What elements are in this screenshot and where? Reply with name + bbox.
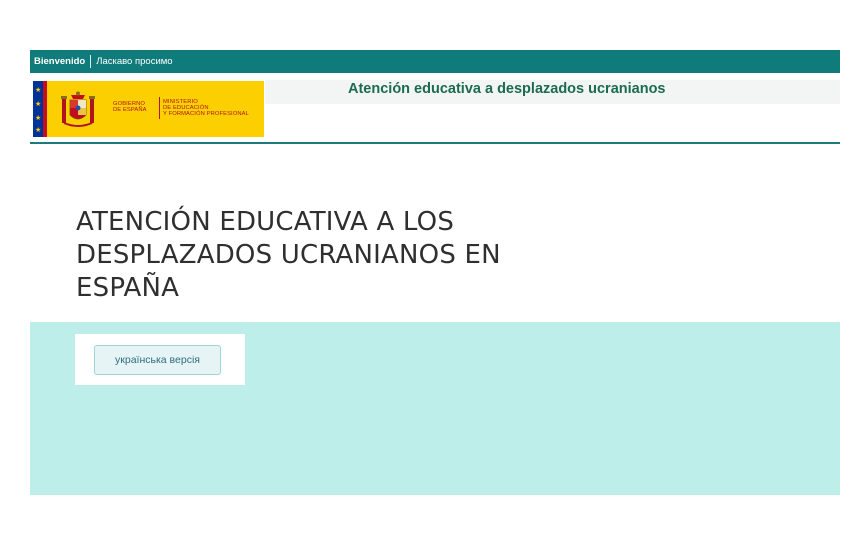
language-separator: [90, 55, 92, 68]
language-spanish-link[interactable]: Bienvenido: [34, 56, 85, 67]
logo-divider: [159, 97, 160, 119]
page-heading: ATENCIÓN EDUCATIVA A LOS DESPLAZADOS UCR…: [76, 206, 616, 305]
logo-red-stripe: [43, 81, 47, 137]
language-bar: Bienvenido Ласкаво просимо: [30, 50, 840, 73]
page: Bienvenido Ласкаво просимо Atención educ…: [0, 0, 864, 541]
page-heading-line2: DESPLAZADOS UCRANIANOS EN: [76, 240, 501, 270]
logo-ministerio-text: MINISTERIO DE EDUCACIÓN Y FORMACIÓN PROF…: [163, 99, 249, 118]
government-logo[interactable]: ★ ★ ★ ★ GOBIERNO DE ESPAÑA MINISTERIO DE…: [33, 81, 264, 137]
header-divider: [30, 142, 840, 144]
page-heading-line1: ATENCIÓN EDUCATIVA A LOS: [76, 207, 455, 237]
spain-coat-of-arms-icon: [61, 91, 95, 127]
language-ukrainian-link[interactable]: Ласкаво просимо: [96, 56, 172, 67]
logo-min-line3: Y FORMACIÓN PROFESIONAL: [163, 111, 249, 118]
ukrainian-version-button[interactable]: українська версія: [94, 345, 221, 375]
logo-gov-line2: DE ESPAÑA: [113, 107, 147, 114]
logo-gobierno-text: GOBIERNO DE ESPAÑA: [113, 101, 147, 113]
site-title[interactable]: Atención educativa a desplazados ucrania…: [348, 81, 666, 97]
page-heading-line3: ESPAÑA: [76, 273, 180, 303]
eu-flag-icon: ★ ★ ★ ★: [33, 81, 43, 137]
